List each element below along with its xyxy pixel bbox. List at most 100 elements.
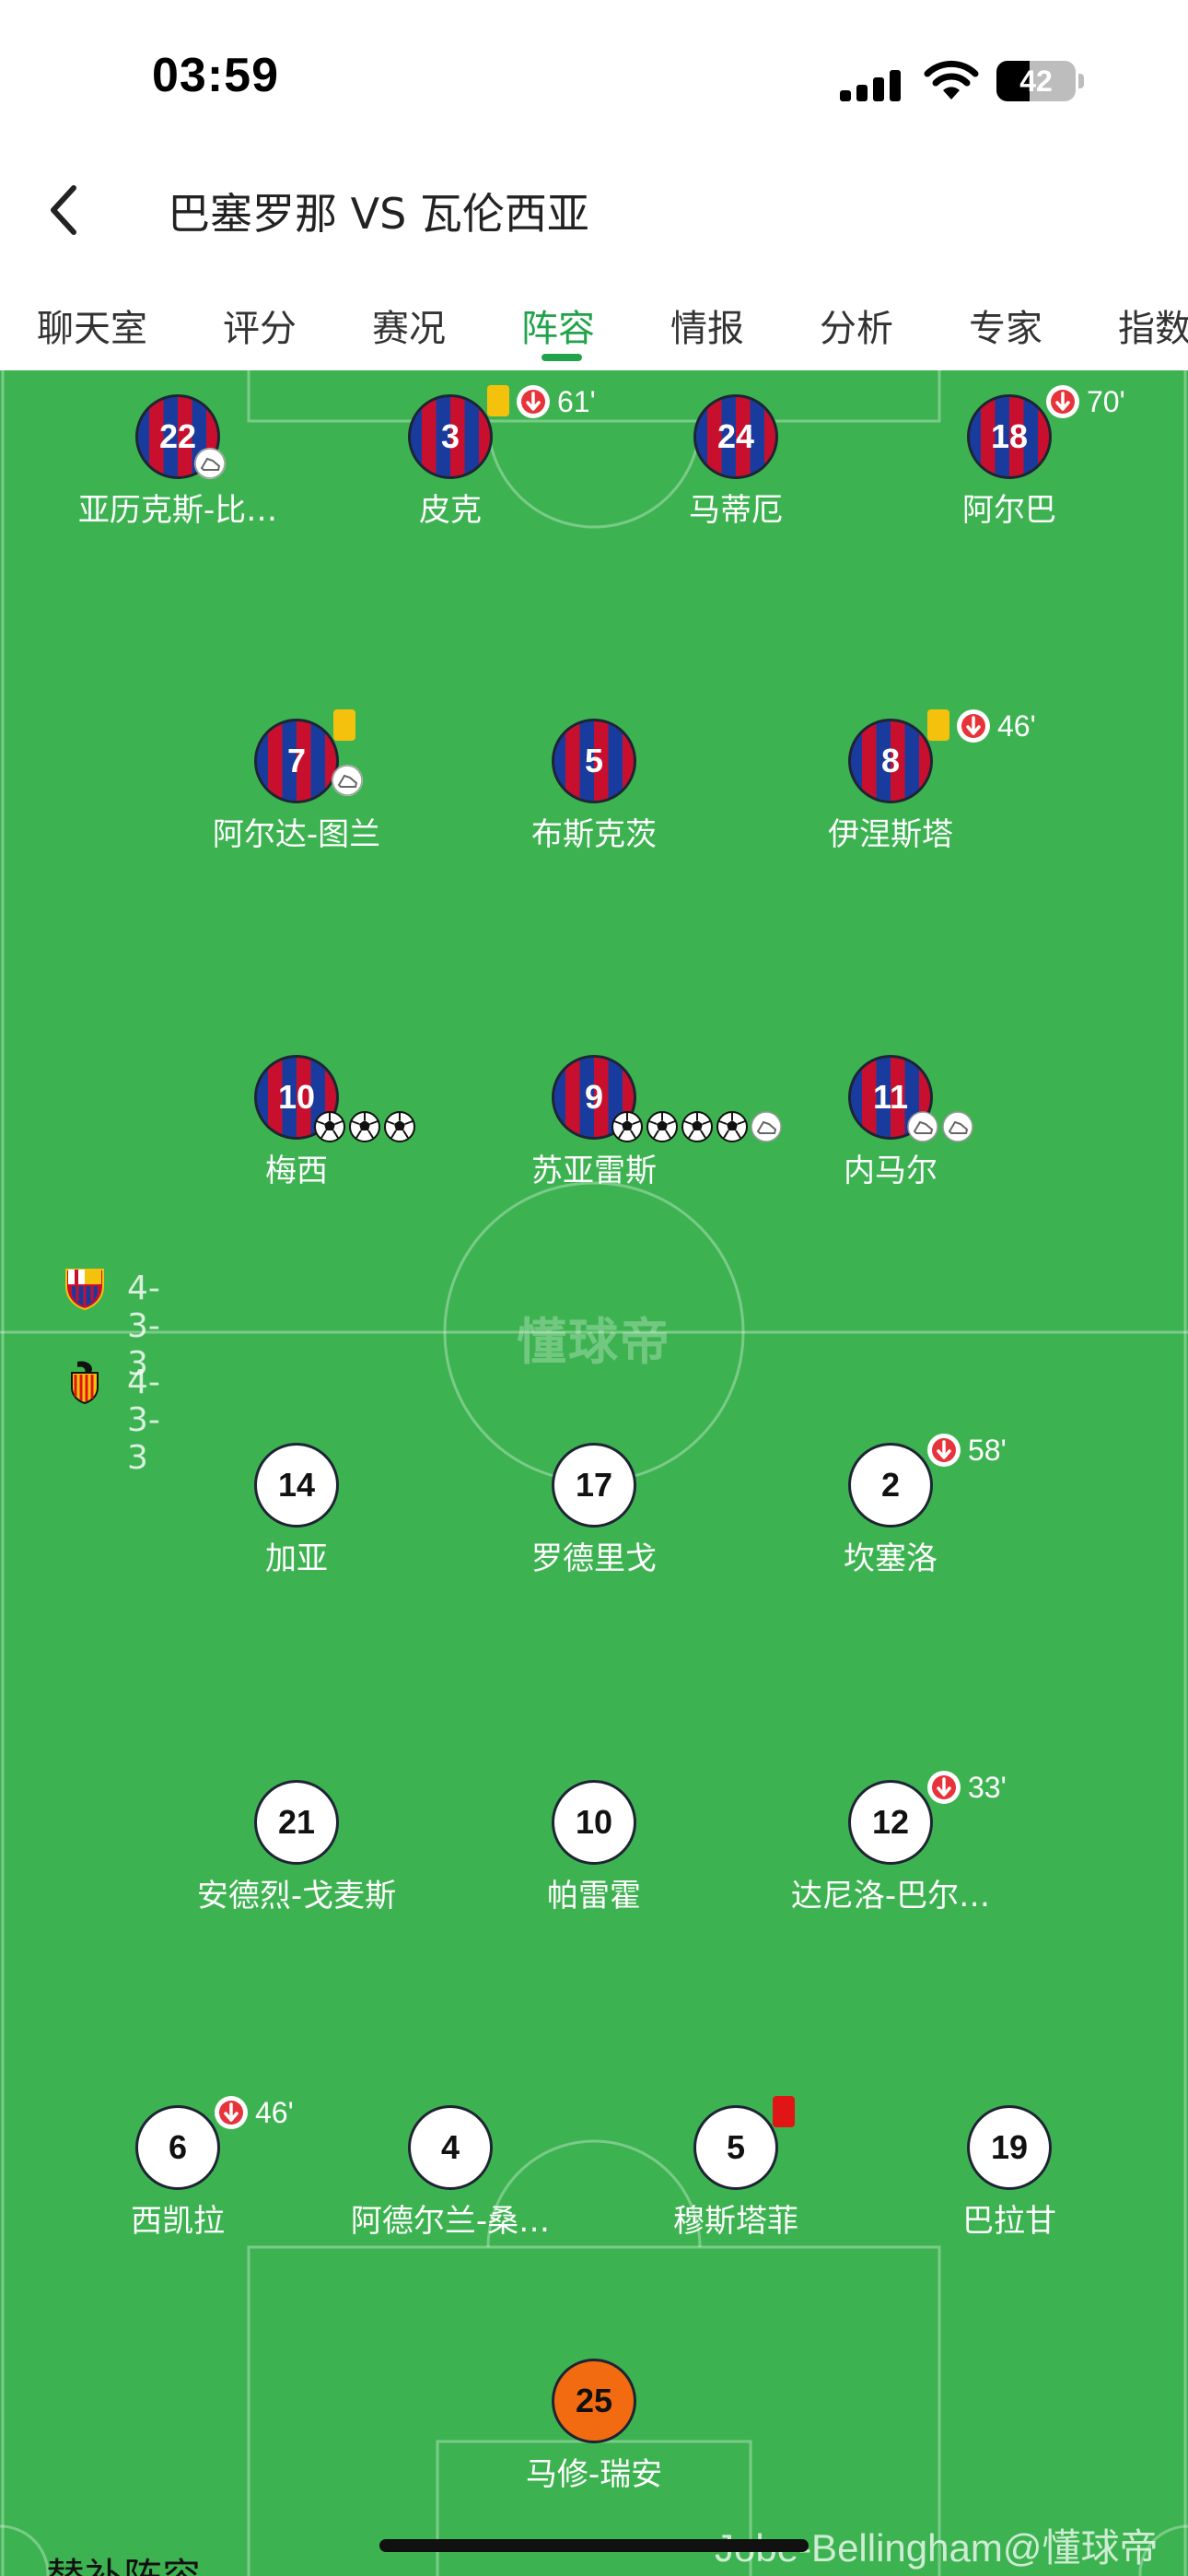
tab-experts[interactable]: 专家 bbox=[969, 299, 1042, 352]
home-player-22[interactable]: 22 亚历克斯-比… bbox=[58, 394, 297, 533]
tab-lineup[interactable]: 阵容 bbox=[521, 299, 595, 352]
home-player-10[interactable]: 10 梅西 bbox=[177, 1055, 416, 1193]
away-player-2[interactable]: 2 58' 坎塞洛 bbox=[771, 1434, 1010, 1581]
player-name: 帕雷霍 bbox=[547, 1878, 641, 1914]
sub-minute: 46' bbox=[997, 709, 1036, 743]
goal-ball-icon bbox=[349, 1111, 380, 1142]
tab-live[interactable]: 赛况 bbox=[372, 299, 446, 352]
away-player-14[interactable]: 14 加亚 bbox=[177, 1443, 416, 1581]
player-disc: 12 bbox=[848, 1780, 933, 1865]
substitutes-heading: 替补阵容 bbox=[46, 2547, 201, 2576]
goal-ball-icon bbox=[646, 1111, 678, 1142]
home-indicator[interactable] bbox=[379, 2539, 809, 2552]
away-player-17[interactable]: 17 罗德里戈 bbox=[474, 1443, 714, 1581]
player-name: 马蒂厄 bbox=[689, 492, 783, 529]
player-disc: 21 bbox=[254, 1780, 339, 1865]
player-disc: 7 bbox=[254, 719, 339, 803]
player-name: 穆斯塔菲 bbox=[673, 2203, 798, 2240]
player-disc: 24 bbox=[693, 394, 778, 479]
tab-odds[interactable]: 指数 bbox=[1118, 299, 1188, 352]
tab-intel[interactable]: 情报 bbox=[670, 299, 744, 352]
away-player-5[interactable]: 5 穆斯塔菲 bbox=[616, 2096, 856, 2243]
active-tab-indicator bbox=[542, 354, 582, 361]
away-goalkeeper-25[interactable]: 25 马修-瑞安 bbox=[474, 2359, 714, 2497]
watermark-logo: 懂球帝 bbox=[517, 1313, 671, 1371]
goal-ball-icon bbox=[384, 1111, 415, 1142]
player-disc: 14 bbox=[254, 1443, 339, 1528]
sub-minute: 46' bbox=[255, 2096, 294, 2129]
home-player-11[interactable]: 11 内马尔 bbox=[771, 1055, 1010, 1193]
home-player-3[interactable]: 3 61' 皮克 bbox=[331, 385, 596, 533]
player-disc: 17 bbox=[552, 1443, 636, 1528]
away-player-19[interactable]: 19 巴拉甘 bbox=[890, 2105, 1129, 2243]
sub-out-icon bbox=[517, 385, 550, 418]
status-time: 03:59 bbox=[152, 49, 279, 102]
player-name: 巴拉甘 bbox=[962, 2203, 1056, 2240]
back-arrow-icon[interactable] bbox=[46, 182, 83, 238]
goal-ball-icon bbox=[611, 1111, 643, 1142]
home-player-7[interactable]: 7 阿尔达-图兰 bbox=[177, 709, 416, 857]
player-name: 阿尔巴 bbox=[962, 492, 1056, 529]
sub-minute: 58' bbox=[968, 1434, 1007, 1467]
player-disc: 25 bbox=[552, 2359, 636, 2443]
yellow-card-icon bbox=[487, 385, 509, 416]
away-player-21[interactable]: 21 安德烈-戈麦斯 bbox=[177, 1780, 416, 1918]
yellow-card-icon bbox=[927, 709, 949, 741]
sub-minute: 70' bbox=[1087, 385, 1125, 418]
player-name: 安德烈-戈麦斯 bbox=[196, 1878, 397, 1914]
home-player-9[interactable]: 9 苏亚雷斯 bbox=[474, 1055, 782, 1193]
away-player-12[interactable]: 12 33' 达尼洛-巴尔… bbox=[771, 1771, 1010, 1918]
cellular-signal-icon bbox=[840, 64, 904, 101]
home-player-24[interactable]: 24 马蒂厄 bbox=[616, 394, 856, 533]
yellow-card-icon bbox=[333, 709, 355, 741]
away-player-4[interactable]: 4 阿德尔兰-桑… bbox=[331, 2105, 570, 2243]
home-player-5[interactable]: 5 布斯克茨 bbox=[474, 719, 714, 857]
player-name: 伊涅斯塔 bbox=[828, 816, 953, 853]
battery-icon: 42 bbox=[996, 61, 1085, 101]
home-player-8[interactable]: 8 46' 伊涅斯塔 bbox=[771, 709, 1036, 857]
player-name: 亚历克斯-比… bbox=[77, 492, 278, 529]
home-player-18[interactable]: 18 70' 阿尔巴 bbox=[890, 385, 1129, 533]
goal-ball-icon bbox=[716, 1111, 748, 1142]
player-disc: 8 bbox=[848, 719, 933, 803]
tab-bar: 聊天室 评分 赛况 阵容 情报 分析 专家 指数 bbox=[0, 286, 1188, 369]
sub-minute: 33' bbox=[968, 1771, 1007, 1804]
player-disc: 10 bbox=[552, 1780, 636, 1865]
player-name: 坎塞洛 bbox=[844, 1540, 938, 1577]
player-name: 皮克 bbox=[419, 492, 482, 529]
away-formation-text: 4-3-3 bbox=[127, 1364, 160, 1477]
player-disc: 18 bbox=[967, 394, 1052, 479]
status-bar: 03:59 42 bbox=[0, 0, 1188, 157]
player-name: 马修-瑞安 bbox=[525, 2456, 663, 2493]
player-name: 内马尔 bbox=[844, 1153, 938, 1189]
tab-analysis[interactable]: 分析 bbox=[820, 299, 893, 352]
sub-out-icon bbox=[957, 709, 990, 743]
player-name: 加亚 bbox=[265, 1540, 328, 1577]
assist-boot-icon bbox=[907, 1111, 938, 1142]
away-player-10[interactable]: 10 帕雷霍 bbox=[474, 1780, 714, 1918]
player-name: 阿尔达-图兰 bbox=[212, 816, 381, 853]
player-name: 罗德里戈 bbox=[531, 1540, 657, 1577]
sub-out-icon bbox=[215, 2096, 248, 2129]
lineup-screen: 03:59 42 巴塞罗那 VS 瓦伦西亚 聊天室 评分 赛况 阵容 情报 分析… bbox=[0, 0, 1188, 2576]
player-disc: 2 bbox=[848, 1443, 933, 1528]
valencia-crest-icon bbox=[71, 1361, 99, 1404]
assist-boot-icon bbox=[942, 1111, 973, 1142]
player-disc: 19 bbox=[967, 2105, 1052, 2190]
barcelona-crest-icon bbox=[65, 1269, 104, 1310]
tab-chatroom[interactable]: 聊天室 bbox=[37, 299, 147, 352]
tab-ratings[interactable]: 评分 bbox=[223, 299, 297, 352]
sub-out-icon bbox=[927, 1771, 961, 1804]
red-card-icon bbox=[773, 2096, 795, 2127]
player-disc: 5 bbox=[693, 2105, 778, 2190]
battery-percent: 42 bbox=[1019, 64, 1053, 98]
player-disc: 5 bbox=[552, 719, 636, 803]
assist-boot-icon bbox=[332, 765, 363, 796]
goal-ball-icon bbox=[314, 1111, 345, 1142]
away-player-6[interactable]: 6 46' 西凯拉 bbox=[58, 2096, 297, 2243]
player-name: 西凯拉 bbox=[131, 2203, 225, 2240]
player-disc: 6 bbox=[135, 2105, 220, 2190]
player-name: 达尼洛-巴尔… bbox=[790, 1878, 991, 1914]
sub-out-icon bbox=[927, 1434, 961, 1467]
assist-boot-icon bbox=[194, 448, 226, 479]
